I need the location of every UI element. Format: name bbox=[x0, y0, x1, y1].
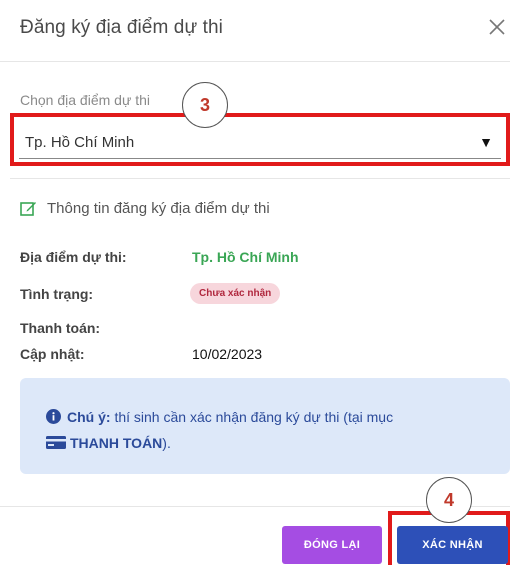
location-select-label: Chọn địa điểm dự thi bbox=[20, 92, 150, 108]
info-section-title: Thông tin đăng ký địa điểm dự thi bbox=[47, 200, 270, 217]
step-3-marker: 3 bbox=[182, 82, 228, 128]
card-icon bbox=[46, 436, 66, 449]
divider bbox=[10, 178, 510, 179]
payment-row-label: Thanh toán: bbox=[20, 320, 101, 336]
note-box: Chú ý: thí sinh cần xác nhận đăng ký dự … bbox=[20, 378, 510, 474]
info-section-heading: Thông tin đăng ký địa điểm dự thi bbox=[20, 200, 270, 217]
dropdown-arrow-icon[interactable]: ▼ bbox=[479, 134, 493, 150]
note-suffix: ). bbox=[162, 435, 171, 451]
note-prefix: Chú ý: bbox=[67, 409, 111, 425]
confirm-button[interactable]: XÁC NHẬN bbox=[397, 526, 508, 564]
note-body: thí sinh cần xác nhận đăng ký dự thi (tạ… bbox=[110, 409, 394, 425]
updated-row-value: 10/02/2023 bbox=[192, 346, 263, 362]
location-row-value: Tp. Hồ Chí Minh bbox=[192, 249, 299, 265]
dialog-title: Đăng ký địa điểm dự thi bbox=[20, 17, 224, 38]
status-badge: Chưa xác nhận bbox=[190, 283, 281, 304]
edit-icon bbox=[20, 202, 36, 216]
status-row-label: Tình trạng: bbox=[20, 286, 94, 302]
note-payment-link[interactable]: THANH TOÁN bbox=[70, 435, 162, 451]
step-4-marker: 4 bbox=[426, 477, 472, 523]
close-button[interactable]: ĐÓNG LẠI bbox=[282, 526, 382, 564]
location-select-value: Tp. Hồ Chí Minh bbox=[25, 134, 135, 151]
dialog-header: Đăng ký địa điểm dự thi bbox=[0, 0, 510, 62]
note-text: Chú ý: thí sinh cần xác nhận đăng ký dự … bbox=[46, 404, 480, 456]
location-row-label: Địa điểm dự thi: bbox=[20, 249, 127, 265]
location-select[interactable]: Tp. Hồ Chí Minh ▼ bbox=[10, 113, 510, 166]
updated-row-label: Cập nhật: bbox=[20, 346, 85, 362]
info-icon bbox=[46, 409, 61, 424]
close-icon[interactable] bbox=[486, 16, 508, 38]
